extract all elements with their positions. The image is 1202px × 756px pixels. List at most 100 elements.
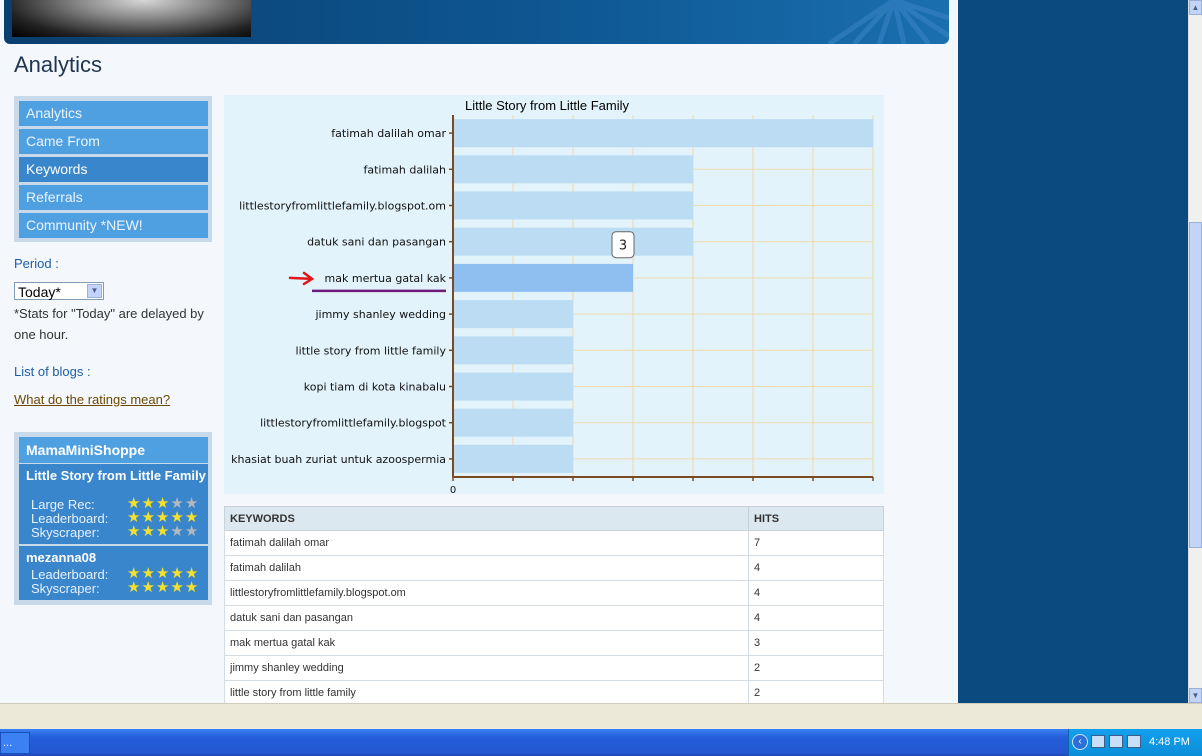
table-row: littlestoryfromlittlefamily.blogspot.om 4 [224, 580, 884, 606]
period-label: Period : [14, 256, 59, 271]
header-photo [12, 0, 251, 37]
star-filled-icon: ★ [170, 579, 184, 596]
table-row: datuk sani dan pasangan 4 [224, 605, 884, 631]
star-filled-icon: ★ [141, 579, 155, 596]
keyword-cell: jimmy shanley wedding [224, 655, 749, 681]
blog-card[interactable]: Little Story from Little Family Large Re… [19, 464, 208, 544]
y-tick-label: fatimah dalilah [363, 163, 446, 176]
star-empty-icon: ★ [170, 523, 184, 540]
rating-label: Skyscraper: [31, 581, 100, 596]
star-filled-icon: ★ [155, 579, 170, 596]
star-rating: ★ ★ ★ ★ ★ [127, 524, 198, 539]
rating-row: Skyscraper: ★ ★ ★ ★ ★ [31, 524, 198, 540]
hits-cell: 3 [748, 630, 884, 656]
red-arrow-annotation [288, 271, 315, 286]
sunburst-decoration [827, 0, 949, 44]
right-side-panel [958, 0, 1188, 703]
display-icon[interactable] [1109, 735, 1123, 748]
sidebar-item-referrals[interactable]: Referrals [19, 185, 208, 210]
clock: 4:48 PM [1149, 736, 1190, 748]
chart-bar [453, 155, 693, 184]
chart-bar [453, 119, 873, 148]
chart-bar [453, 444, 573, 473]
rating-label: Leaderboard: [31, 567, 109, 582]
keyword-cell: mak mertua gatal kak [224, 630, 749, 656]
column-header-hits[interactable]: HITS [748, 506, 884, 531]
keywords-chart: fatimah dalilah omar fatimah dalilah littl… [224, 95, 884, 494]
star-empty-icon: ★ [184, 523, 199, 540]
rating-row: Large Rec: ★ ★ ★ ★ ★ [31, 496, 198, 512]
network-connection-icon[interactable] [1127, 735, 1141, 748]
hits-cell: 2 [748, 655, 884, 681]
blog-card[interactable]: mezanna08 Leaderboard: ★ ★ ★ ★ ★ Skyscraper:… [19, 546, 208, 600]
chart-canvas: fatimah dalilah omar fatimah dalilah littl… [231, 115, 874, 494]
rating-label: Skyscraper: [31, 525, 100, 540]
keywords-table: KEYWORDS HITS fatimah dalilah omar 7 fatim… [224, 506, 884, 703]
keyword-cell: datuk sani dan pasangan [224, 605, 749, 631]
table-row: jimmy shanley wedding 2 [224, 655, 884, 681]
chart-bar [453, 191, 693, 220]
sidebar-item-analytics[interactable]: Analytics [19, 101, 208, 126]
keyword-cell: fatimah dalilah omar [224, 530, 749, 556]
blog-account-header[interactable]: MamaMiniShoppe [19, 437, 208, 463]
header-banner [4, 0, 949, 44]
x-tick-label: 0 [450, 485, 456, 494]
y-tick-label: littlestoryfromlittlefamily.blogspot [260, 417, 447, 430]
chart-bar [453, 227, 693, 256]
sidebar-nav: Analytics Came From Keywords Referrals C… [14, 96, 212, 242]
chart-bar [453, 300, 573, 329]
blog-name[interactable]: mezanna08 [26, 546, 208, 564]
table-row: mak mertua gatal kak 3 [224, 630, 884, 656]
sidebar-item-community[interactable]: Community *NEW! [19, 213, 208, 238]
column-header-keywords[interactable]: KEYWORDS [224, 506, 749, 531]
hits-cell: 4 [748, 605, 884, 631]
scroll-up-icon[interactable]: ▲ [1189, 0, 1202, 15]
sidebar-item-came-from[interactable]: Came From [19, 129, 208, 154]
chart-bar [453, 408, 573, 437]
y-tick-label: littlestoryfromlittlefamily.blogspot.om [239, 200, 446, 213]
vertical-scrollbar[interactable]: ▲ ▼ [1188, 0, 1202, 703]
keyword-cell: fatimah dalilah [224, 555, 749, 581]
taskbar: ... ‹ 4:48 PM [0, 729, 1202, 756]
ratings-help-link[interactable]: What do the ratings mean? [14, 392, 170, 407]
rating-row: Skyscraper: ★ ★ ★ ★ ★ [31, 580, 198, 596]
y-tick-label: jimmy shanley wedding [314, 308, 446, 321]
chart-bar [453, 263, 633, 292]
period-select[interactable]: Today* ▼ [14, 282, 104, 300]
star-filled-icon: ★ [184, 579, 199, 596]
sidebar-item-keywords[interactable]: Keywords [19, 157, 208, 182]
chart-tooltip-value: 3 [619, 239, 627, 254]
table-header-row: KEYWORDS HITS [224, 506, 884, 531]
y-tick-label: mak mertua gatal kak [325, 272, 447, 285]
page-title: Analytics [14, 52, 103, 77]
browser-status-bar [0, 703, 1202, 730]
table-row: fatimah dalilah omar 7 [224, 530, 884, 556]
y-tick-label: khasiat buah zuriat untuk azoospermia [231, 453, 446, 466]
rating-label: Large Rec: [31, 497, 95, 512]
rating-row: Leaderboard: ★ ★ ★ ★ ★ [31, 510, 198, 526]
system-tray: ‹ 4:48 PM [1068, 729, 1202, 756]
blogs-box: MamaMiniShoppe Little Story from Little … [14, 432, 212, 605]
blogs-list-label: List of blogs : [14, 364, 91, 379]
chevron-down-icon[interactable]: ▼ [87, 284, 102, 298]
y-tick-label: fatimah dalilah omar [331, 127, 446, 140]
y-tick-label: kopi tiam di kota kinabalu [304, 381, 446, 394]
blog-name[interactable]: Little Story from Little Family [26, 464, 208, 482]
taskbar-item[interactable]: ... [0, 732, 30, 754]
y-tick-label: datuk sani dan pasangan [307, 236, 446, 249]
star-filled-icon: ★ [127, 523, 141, 540]
hits-cell: 4 [748, 580, 884, 606]
chart-title: Little Story from Little Family [465, 98, 629, 113]
star-filled-icon: ★ [141, 523, 155, 540]
chart-bar [453, 372, 573, 401]
hits-cell: 7 [748, 530, 884, 556]
scroll-down-icon[interactable]: ▼ [1189, 688, 1202, 703]
chevron-left-icon[interactable]: ‹ [1072, 734, 1088, 750]
table-row: little story from little family 2 [224, 680, 884, 703]
network-icon[interactable] [1091, 735, 1105, 748]
hits-cell: 2 [748, 680, 884, 703]
hits-cell: 4 [748, 555, 884, 581]
rating-label: Leaderboard: [31, 511, 109, 526]
scrollbar-thumb[interactable] [1189, 222, 1202, 548]
keyword-cell: little story from little family [224, 680, 749, 703]
